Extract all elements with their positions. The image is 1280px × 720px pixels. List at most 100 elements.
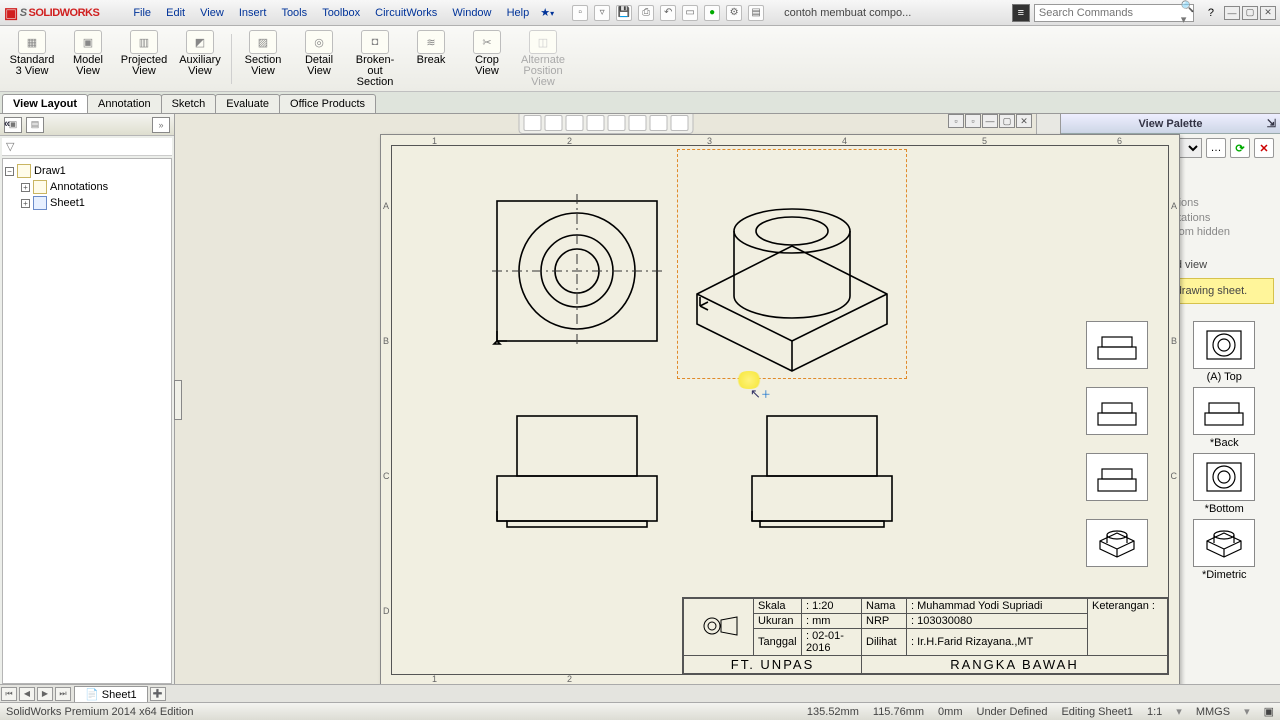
- sheet-nav-prev[interactable]: ◀: [19, 687, 35, 701]
- sheet-tab-1[interactable]: 📄 Sheet1: [74, 686, 148, 702]
- status-editing: Editing Sheet1: [1061, 706, 1133, 718]
- status-bar: SolidWorks Premium 2014 x64 Edition 135.…: [0, 702, 1280, 720]
- status-y: 115.76mm: [873, 706, 924, 718]
- save-icon[interactable]: 💾: [616, 5, 632, 21]
- view-palette-title: View Palette: [1139, 118, 1203, 130]
- command-search[interactable]: 🔍▾: [1034, 4, 1194, 22]
- select-icon[interactable]: ▭: [682, 5, 698, 21]
- new-icon[interactable]: ▫: [572, 5, 588, 21]
- menu-circuitworks[interactable]: CircuitWorks: [375, 7, 437, 19]
- rebuild-icon[interactable]: ●: [704, 5, 720, 21]
- cmd-auxiliary-view[interactable]: ◩AuxiliaryView: [172, 28, 228, 79]
- vp-pin-icon[interactable]: ⇲: [1267, 117, 1276, 130]
- menu-view[interactable]: View: [200, 7, 224, 19]
- status-z: 0mm: [938, 706, 962, 718]
- options-icon[interactable]: ⚙: [726, 5, 742, 21]
- mdi-close-icon[interactable]: ✕: [1016, 114, 1032, 128]
- drawing-view-isometric[interactable]: [682, 176, 902, 376]
- vp-view-dimetric[interactable]: *Dimetric: [1173, 519, 1277, 581]
- tab-sketch[interactable]: Sketch: [161, 94, 217, 113]
- vp-view-back[interactable]: *Back: [1173, 387, 1277, 449]
- print-icon[interactable]: ⎙: [638, 5, 654, 21]
- status-edition: SolidWorks Premium 2014 x64 Edition: [6, 706, 194, 718]
- drawing-view-top[interactable]: [492, 196, 662, 346]
- tab-view-layout[interactable]: View Layout: [2, 94, 88, 113]
- menu-help[interactable]: Help: [507, 7, 530, 19]
- tab-evaluate[interactable]: Evaluate: [215, 94, 280, 113]
- minimize-button[interactable]: —: [1224, 6, 1240, 20]
- viewport-tile2-icon[interactable]: ▫: [965, 114, 981, 128]
- vp-collapse-icon[interactable]: «: [4, 118, 10, 130]
- menu-edit[interactable]: Edit: [166, 7, 185, 19]
- sheet-nav-last[interactable]: ⏭: [55, 687, 71, 701]
- mdi-max-icon[interactable]: ▢: [999, 114, 1015, 128]
- cmd-standard-3view[interactable]: ▦Standard3 View: [4, 28, 60, 79]
- open-icon[interactable]: ▿: [594, 5, 610, 21]
- sheet-nav-next[interactable]: ▶: [37, 687, 53, 701]
- hud-section-icon[interactable]: [586, 115, 604, 131]
- feature-manager: ▣ ▤ » ▽ − Draw1 + Annotations + Sheet1: [0, 114, 175, 686]
- status-record-icon[interactable]: ▣: [1264, 705, 1274, 718]
- undo-icon[interactable]: ↶: [660, 5, 676, 21]
- hud-hide-icon[interactable]: [628, 115, 646, 131]
- vp-close-button[interactable]: ✕: [1254, 138, 1274, 158]
- cmd-break[interactable]: ≋Break: [403, 28, 459, 68]
- hud-appearance-icon[interactable]: [670, 115, 688, 131]
- cmd-search-toggle[interactable]: ≡: [1012, 4, 1030, 22]
- cmd-section-view[interactable]: ▨SectionView: [235, 28, 291, 79]
- menu-insert[interactable]: Insert: [239, 7, 267, 19]
- menu-toolbox[interactable]: Toolbox: [322, 7, 360, 19]
- menu-file[interactable]: File: [133, 7, 151, 19]
- drawing-canvas[interactable]: ▫ ▫ — ▢ ✕ 1 2 3 4 5 6 1 2 A A B: [175, 114, 1036, 686]
- zone-side-d: D: [383, 606, 390, 616]
- menu-tools[interactable]: Tools: [281, 7, 307, 19]
- tree-sheet1[interactable]: + Sheet1: [5, 195, 169, 211]
- search-input[interactable]: [1039, 7, 1181, 19]
- cmd-detail-view[interactable]: ◎DetailView: [291, 28, 347, 79]
- cmd-model-view[interactable]: ▣ModelView: [60, 28, 116, 79]
- sheet-add[interactable]: ➕: [150, 687, 166, 701]
- splitter-handle[interactable]: [174, 380, 182, 420]
- command-manager: ▦Standard3 View ▣ModelView ▥ProjectedVie…: [0, 26, 1280, 92]
- zone-top-2: 2: [567, 136, 572, 146]
- zone-top-3: 3: [707, 136, 712, 146]
- vp-browse-button[interactable]: …: [1206, 138, 1226, 158]
- close-button[interactable]: ✕: [1260, 6, 1276, 20]
- drawing-view-front[interactable]: [492, 411, 662, 531]
- fm-tab-2[interactable]: ▤: [26, 117, 44, 133]
- hud-edit-icon[interactable]: [649, 115, 667, 131]
- hud-zoomfit-icon[interactable]: [523, 115, 541, 131]
- tree-root[interactable]: − Draw1: [5, 163, 169, 179]
- hud-zoomarea-icon[interactable]: [544, 115, 562, 131]
- mdi-min-icon[interactable]: —: [982, 114, 998, 128]
- vp-refresh-button[interactable]: ⟳: [1230, 138, 1250, 158]
- drawing-sheet[interactable]: 1 2 3 4 5 6 1 2 A A B B C C D: [380, 134, 1180, 686]
- cmd-crop-view[interactable]: ✂CropView: [459, 28, 515, 79]
- menu-window[interactable]: Window: [452, 7, 491, 19]
- filter-icon[interactable]: ▽: [6, 140, 14, 153]
- search-icon[interactable]: 🔍▾: [1181, 0, 1195, 26]
- hud-display-icon[interactable]: [607, 115, 625, 131]
- zone-top-4: 4: [842, 136, 847, 146]
- help-icon[interactable]: ?: [1208, 7, 1214, 19]
- drawing-view-right[interactable]: [747, 411, 897, 531]
- cmd-brokenout-section[interactable]: ◘Broken-outSection: [347, 28, 403, 90]
- zone-top-6: 6: [1117, 136, 1122, 146]
- cursor-icon: ↖＋: [750, 386, 771, 402]
- hud-prev-icon[interactable]: [565, 115, 583, 131]
- status-state: Under Defined: [977, 706, 1048, 718]
- sheet-nav-first[interactable]: ⏮: [1, 687, 17, 701]
- status-units[interactable]: MMGS: [1196, 706, 1230, 718]
- vp-view-bottom[interactable]: *Bottom: [1173, 453, 1277, 515]
- cmd-projected-view[interactable]: ▥ProjectedView: [116, 28, 172, 79]
- vp-view-top[interactable]: (A) Top: [1173, 321, 1277, 383]
- heads-up-toolbar: [518, 114, 693, 134]
- maximize-button[interactable]: ▢: [1242, 6, 1258, 20]
- viewport-tile1-icon[interactable]: ▫: [948, 114, 964, 128]
- fm-expand[interactable]: »: [152, 117, 170, 133]
- status-scale[interactable]: 1:1: [1147, 706, 1162, 718]
- tab-office-products[interactable]: Office Products: [279, 94, 376, 113]
- sheet-icon[interactable]: ▤: [748, 5, 764, 21]
- tree-annotations[interactable]: + Annotations: [5, 179, 169, 195]
- tab-annotation[interactable]: Annotation: [87, 94, 162, 113]
